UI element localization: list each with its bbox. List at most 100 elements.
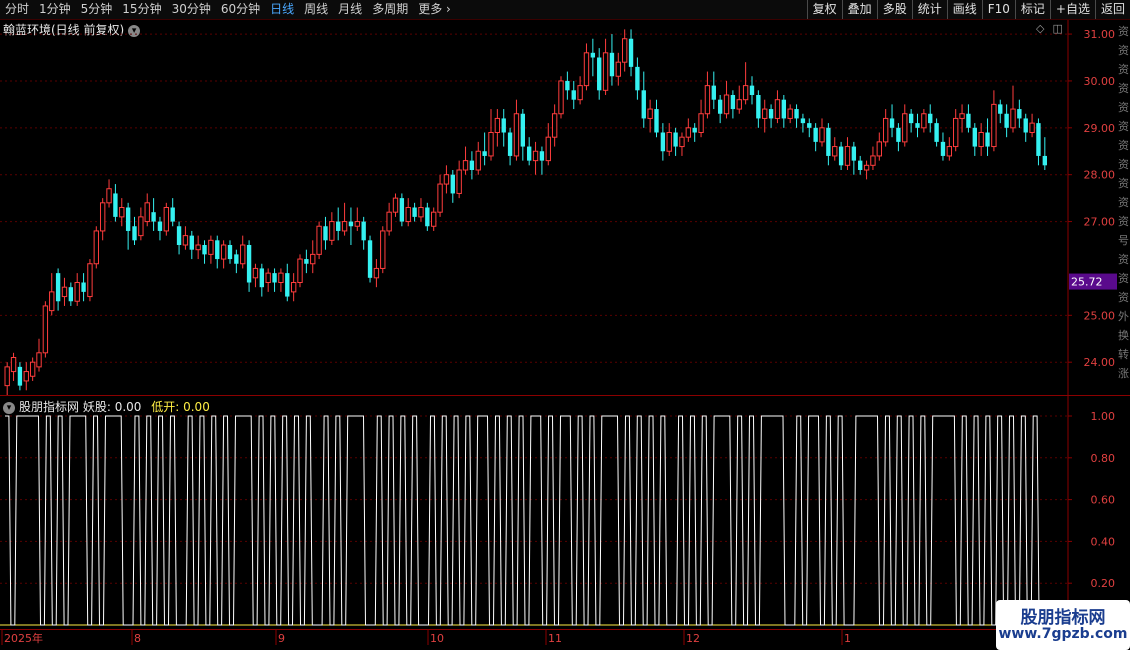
right-edge-label: 资: [1118, 63, 1129, 76]
indicator-tick-label: 0.20: [1091, 577, 1116, 590]
candle-body-down: [170, 207, 175, 222]
candle-body-down: [800, 118, 806, 124]
candle-body-down: [189, 235, 194, 250]
candle-body-up: [736, 99, 742, 110]
candle-body-down: [838, 146, 844, 166]
right-edge-label: 资: [1118, 139, 1129, 152]
candle-body-up: [195, 244, 201, 251]
candle-body-up: [23, 371, 29, 382]
candle-body-up: [138, 216, 144, 237]
chevron-down-icon[interactable]: ▾: [3, 401, 15, 414]
candle-body-down: [749, 85, 755, 95]
candle-body-up: [240, 244, 246, 265]
right-edge-label: 号: [1118, 234, 1129, 247]
right-edge-label: 资: [1118, 196, 1129, 209]
candle-body-down: [940, 141, 946, 156]
candle-body-up: [991, 103, 997, 148]
candle-body-up: [93, 230, 99, 265]
candle-body-down: [826, 127, 831, 156]
candle-body-up: [742, 85, 749, 101]
indicator-title: ▾ 股朋指标网 妖股: 0.00 低开: 0.00: [3, 398, 210, 415]
candle-body-up: [418, 207, 424, 218]
candle-body-down: [202, 245, 207, 255]
candle-body-up: [1029, 122, 1035, 133]
candle-body-up: [978, 132, 984, 148]
candle-body-up: [456, 169, 462, 194]
candle-body-up: [953, 117, 959, 148]
x-tick-label: 8: [134, 632, 141, 645]
x-tick-label: 9: [278, 632, 285, 645]
candle-body-up: [1010, 108, 1016, 129]
candle-body-up: [870, 155, 876, 166]
candle-body-up: [685, 127, 692, 138]
candle-body-down: [851, 146, 857, 161]
candle-body-up: [316, 225, 322, 255]
candle-body-down: [908, 113, 914, 124]
candle-body-down: [998, 104, 1003, 114]
indicator-tick-label: 0.40: [1091, 535, 1116, 548]
candle-body-up: [49, 291, 55, 312]
candle-body-up: [902, 113, 908, 143]
x-tick-label: 11: [548, 632, 562, 645]
candle-body-down: [966, 113, 971, 128]
candle-body-up: [310, 253, 316, 265]
candle-body-up: [297, 258, 303, 283]
candle-body-up: [679, 136, 685, 148]
candle-body-up: [577, 85, 583, 101]
price-tick-label: 31.00: [1084, 28, 1116, 41]
candle-body-down: [928, 113, 933, 124]
candle-body-down: [361, 221, 366, 241]
candle-body-up: [443, 174, 450, 185]
candle-body-down: [641, 90, 646, 119]
candle-body-up: [61, 286, 68, 298]
candle-body-down: [768, 109, 774, 119]
candle-body-up: [405, 207, 411, 223]
candle-body-down: [781, 99, 786, 119]
indicator-tick-label: 1.00: [1091, 410, 1116, 423]
candle-body-up: [488, 132, 494, 157]
right-edge-label: 资: [1118, 215, 1129, 228]
candle-body-down: [81, 282, 86, 292]
candle-body-up: [762, 108, 768, 119]
candle-body-down: [501, 118, 506, 133]
candle-body-up: [10, 357, 17, 373]
candle-body-down: [367, 240, 373, 278]
candle-body-down: [597, 57, 602, 91]
candle-body-down: [858, 160, 863, 170]
candle-body-down: [730, 95, 736, 110]
candle-body-down: [246, 245, 252, 283]
candle-body-down: [507, 132, 513, 156]
candle-body-up: [513, 113, 520, 157]
candle-body-down: [323, 226, 328, 241]
candle-body-up: [698, 113, 704, 133]
candle-body-up: [774, 99, 781, 119]
right-edge-label: 涨: [1118, 367, 1129, 380]
candle-body-up: [621, 38, 628, 63]
candle-body-down: [628, 38, 634, 67]
right-edge-label: 转: [1118, 348, 1129, 361]
candle-body-down: [889, 118, 895, 128]
candle-body-up: [87, 263, 93, 298]
candle-body-down: [934, 123, 939, 142]
watermark-logo: 股朋指标网 www.7gpzb.com: [996, 600, 1130, 650]
candle-body-up: [74, 282, 80, 302]
candle-body-down: [55, 273, 61, 302]
candle-body-down: [304, 259, 309, 264]
right-edge-label: 资: [1118, 25, 1129, 38]
candle-body-down: [450, 174, 455, 194]
candle-body-down: [673, 132, 678, 147]
candle-body-down: [125, 207, 131, 231]
indicator-name: 股朋指标网: [19, 400, 80, 414]
indicator-tick-label: 0.80: [1091, 452, 1116, 465]
candle-body-down: [113, 193, 118, 217]
candle-body-up: [437, 183, 443, 213]
candle-body-up: [494, 117, 501, 133]
candle-body-up: [583, 52, 590, 87]
candle-body-up: [551, 113, 558, 138]
candle-body-down: [215, 240, 220, 260]
x-tick-label: 12: [686, 632, 700, 645]
candle-body-up: [278, 272, 284, 283]
candle-body-down: [272, 273, 277, 283]
indicator-tick-label: 0.60: [1091, 494, 1116, 507]
candle-body-up: [380, 230, 386, 269]
